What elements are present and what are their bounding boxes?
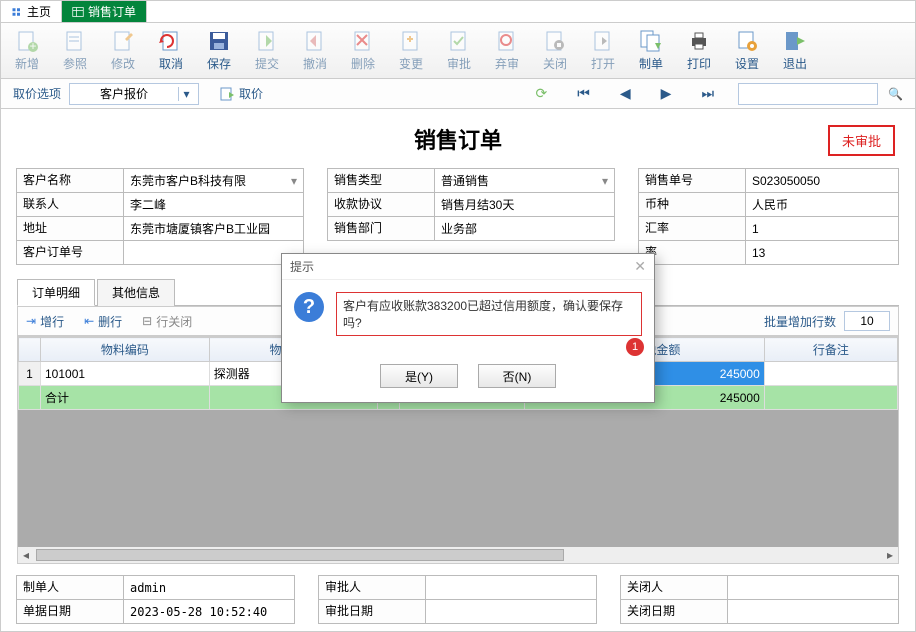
- dialog-header: 提示 ✕: [282, 254, 654, 280]
- alert-badge: 1: [626, 338, 644, 356]
- yes-button[interactable]: 是(Y): [380, 364, 458, 388]
- dialog-message: 客户有应收账款383200已超过信用额度，确认要保存吗?: [336, 292, 642, 336]
- no-button[interactable]: 否(N): [478, 364, 556, 388]
- question-icon: ?: [294, 292, 324, 322]
- confirm-dialog: 提示 ✕ ? 客户有应收账款383200已超过信用额度，确认要保存吗? 1 是(…: [281, 253, 655, 403]
- close-icon[interactable]: ✕: [634, 258, 646, 275]
- dialog-title: 提示: [290, 258, 314, 275]
- modal-overlay: 提示 ✕ ? 客户有应收账款383200已超过信用额度，确认要保存吗? 1 是(…: [1, 1, 915, 631]
